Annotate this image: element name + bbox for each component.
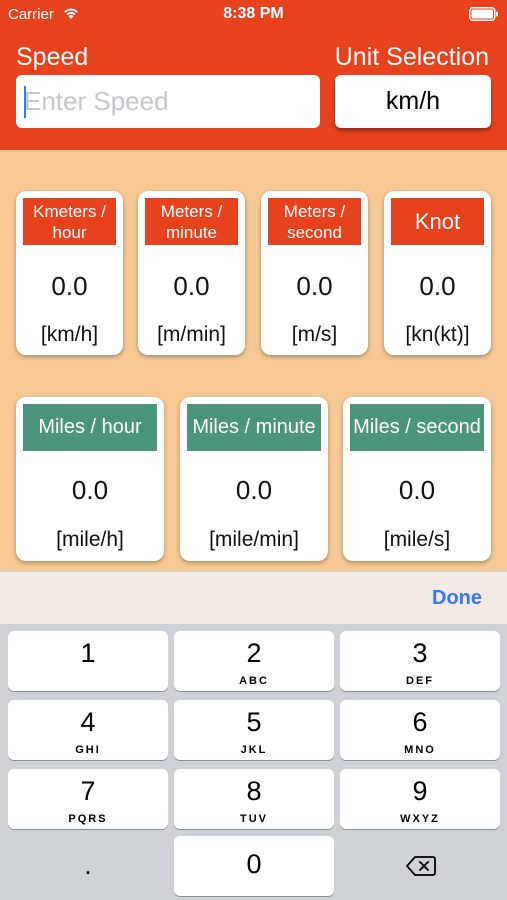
unit-selection-button[interactable]: km/h	[335, 75, 491, 128]
key-3[interactable]: 3 DEF	[340, 631, 500, 691]
card-miles-per-minute: Miles / minute 0.0 [mile/min]	[180, 397, 328, 561]
key-letters: PQRS	[68, 813, 108, 825]
card-meters-per-minute: Meters / minute 0.0 [m/min]	[138, 191, 245, 355]
card-meters-per-second: Meters / second 0.0 [m/s]	[261, 191, 368, 355]
key-digit: 9	[412, 776, 428, 806]
card-value: 0.0	[296, 271, 333, 301]
key-2[interactable]: 2 ABC	[174, 631, 334, 691]
key-letters: DEF	[406, 675, 434, 687]
card-title: Miles / second	[350, 404, 484, 451]
card-value: 0.0	[235, 475, 273, 505]
card-km-per-hour: Kmeters / hour 0.0 [km/h]	[16, 191, 123, 355]
card-value: 0.0	[419, 271, 456, 301]
key-8[interactable]: 8 TUV	[174, 769, 334, 829]
key-digit: .	[84, 850, 92, 880]
key-digit: 6	[412, 707, 428, 737]
key-letters: TUV	[240, 813, 268, 825]
key-7[interactable]: 7 PQRS	[8, 769, 168, 829]
key-6[interactable]: 6 MNO	[340, 700, 500, 760]
card-unit: [m/min]	[157, 323, 226, 346]
header-bar: Carrier 8:38 PM Speed Unit Selection km/…	[0, 0, 507, 150]
delete-backspace-icon	[406, 856, 436, 876]
card-title: Meters / second	[268, 198, 361, 245]
card-title: Meters / minute	[145, 198, 238, 245]
status-time: 8:38 PM	[223, 5, 284, 22]
key-1[interactable]: 1	[8, 631, 168, 691]
key-5[interactable]: 5 JKL	[174, 700, 334, 760]
keyboard-accessory-bar: Done	[0, 571, 507, 624]
key-digit: 3	[412, 638, 428, 668]
card-value: 0.0	[51, 271, 88, 301]
text-cursor	[24, 86, 26, 118]
key-digit: 4	[80, 707, 96, 737]
card-title: Miles / hour	[23, 404, 157, 451]
card-title: Miles / minute	[187, 404, 321, 451]
speed-label: Speed	[16, 43, 89, 71]
number-pad: 1 2 ABC 3 DEF 4 GHI 5 JKL 6 MNO 7 PQRS 8…	[0, 624, 507, 900]
key-digit: 2	[246, 638, 262, 668]
card-miles-per-hour: Miles / hour 0.0 [mile/h]	[16, 397, 164, 561]
card-title: Knot	[391, 198, 484, 245]
card-unit: [mile/h]	[56, 528, 124, 551]
key-digit: 8	[246, 776, 262, 806]
key-letters: ABC	[239, 675, 269, 687]
key-digit: 0	[246, 849, 262, 879]
key-letters: WXYZ	[400, 813, 440, 825]
key-letters: GHI	[75, 744, 101, 756]
key-digit: 1	[80, 638, 96, 668]
card-miles-per-second: Miles / second 0.0 [mile/s]	[343, 397, 491, 561]
key-decimal-point[interactable]: .	[8, 836, 168, 896]
battery-icon	[469, 7, 498, 21]
card-unit: [kn(kt)]	[405, 323, 470, 346]
card-unit: [mile/s]	[383, 528, 451, 551]
card-value: 0.0	[71, 475, 109, 505]
card-value: 0.0	[398, 475, 436, 505]
card-value: 0.0	[173, 271, 210, 301]
key-4[interactable]: 4 GHI	[8, 700, 168, 760]
card-title: Kmeters / hour	[23, 198, 116, 245]
status-bar: Carrier 8:38 PM	[0, 0, 507, 30]
speed-input[interactable]	[16, 75, 320, 128]
card-knot: Knot 0.0 [kn(kt)]	[384, 191, 491, 355]
key-letters: JKL	[240, 744, 268, 756]
key-delete[interactable]	[340, 836, 500, 896]
key-letters: MNO	[404, 744, 436, 756]
key-0[interactable]: 0	[174, 836, 334, 896]
key-9[interactable]: 9 WXYZ	[340, 769, 500, 829]
card-unit: [m/s]	[291, 323, 338, 346]
card-unit: [km/h]	[40, 323, 99, 346]
card-unit: [mile/min]	[209, 528, 299, 551]
key-digit: 7	[80, 776, 96, 806]
done-button[interactable]: Done	[432, 587, 482, 610]
key-digit: 5	[246, 707, 262, 737]
unit-selection-label: Unit Selection	[334, 43, 489, 71]
